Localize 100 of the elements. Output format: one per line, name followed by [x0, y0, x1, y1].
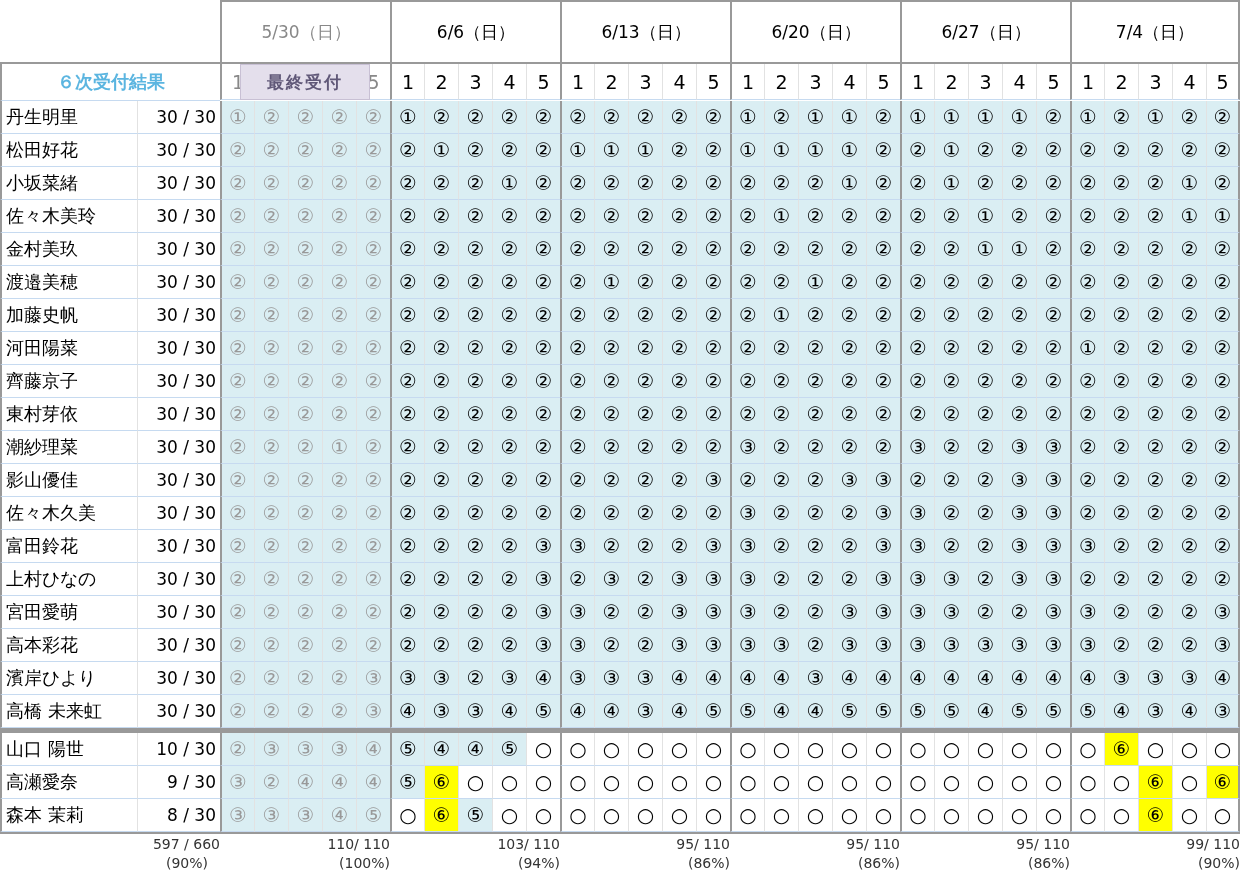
- table-cell: ②: [1104, 299, 1138, 332]
- table-cell: ○: [628, 733, 662, 766]
- table-cell: ②: [696, 398, 730, 431]
- table-cell: ④: [662, 695, 696, 728]
- table-cell: ②: [322, 398, 356, 431]
- table-cell: ②: [560, 431, 594, 464]
- table-cell: ②: [288, 233, 322, 266]
- table-cell: ②: [390, 167, 424, 200]
- table-cell: ②: [390, 233, 424, 266]
- table-cell: ①: [628, 134, 662, 167]
- table-cell: ②: [458, 200, 492, 233]
- table-cell: ②: [662, 398, 696, 431]
- total-percent: (86%): [1027, 854, 1070, 870]
- table-cell: ②: [1036, 332, 1070, 365]
- table-cell: ②: [356, 464, 390, 497]
- table-cell: ②: [1002, 365, 1036, 398]
- table-cell: ②: [390, 398, 424, 431]
- table-cell: ②: [764, 563, 798, 596]
- table-cell: ②: [866, 200, 900, 233]
- table-cell: ○: [866, 799, 900, 832]
- table-cell: ②: [1206, 233, 1240, 266]
- table-cell: ②: [254, 365, 288, 398]
- table-cell: ②: [492, 530, 526, 563]
- table-cell: ②: [458, 332, 492, 365]
- table-cell: ○: [968, 766, 1002, 799]
- table-cell: ②: [1070, 563, 1104, 596]
- table-cell: ○: [798, 799, 832, 832]
- member-name: 影山優佳: [0, 464, 137, 497]
- table-cell: ②: [288, 200, 322, 233]
- table-cell: ②: [662, 530, 696, 563]
- table-cell: ②: [798, 563, 832, 596]
- table-cell: ②: [1070, 497, 1104, 530]
- table-cell: ○: [594, 766, 628, 799]
- table-cell: ③: [934, 563, 968, 596]
- table-cell: ②: [1002, 134, 1036, 167]
- total-count: 99/ 110: [1186, 835, 1240, 854]
- table-cell: ②: [1206, 101, 1240, 134]
- table-cell: ②: [696, 200, 730, 233]
- table-cell: ②: [390, 629, 424, 662]
- table-cell: ⑤: [696, 695, 730, 728]
- table-cell: ②: [798, 530, 832, 563]
- table-cell: ②: [1206, 497, 1240, 530]
- table-cell: ②: [560, 497, 594, 530]
- table-cell: ②: [322, 332, 356, 365]
- table-cell: ②: [492, 233, 526, 266]
- table-cell: ②: [424, 596, 458, 629]
- table-cell: ③: [730, 563, 764, 596]
- table-cell: ②: [1104, 266, 1138, 299]
- table-cell: ②: [220, 464, 254, 497]
- table-cell: ②: [526, 233, 560, 266]
- table-cell: ②: [764, 530, 798, 563]
- table-cell: ②: [254, 497, 288, 530]
- table-cell: ③: [696, 530, 730, 563]
- table-cell: ④: [730, 662, 764, 695]
- date-header: 6/27（日）: [900, 0, 1070, 64]
- table-cell: ②: [526, 398, 560, 431]
- table-cell: ②: [356, 497, 390, 530]
- table-cell: ②: [1138, 365, 1172, 398]
- table-cell: ③: [866, 596, 900, 629]
- member-name: 東村芽依: [0, 398, 137, 431]
- table-cell: ②: [662, 332, 696, 365]
- table-cell: ②: [526, 101, 560, 134]
- table-cell: ①: [968, 233, 1002, 266]
- table-cell: ②: [560, 332, 594, 365]
- table-cell: ②: [458, 233, 492, 266]
- table-cell: ②: [492, 563, 526, 596]
- table-cell: ○: [900, 733, 934, 766]
- table-cell: ③: [594, 662, 628, 695]
- table-cell: ②: [662, 233, 696, 266]
- table-cell: ②: [968, 596, 1002, 629]
- total-count: 95/ 110: [676, 835, 730, 854]
- table-cell: ③: [220, 766, 254, 799]
- member-name: 佐々木美玲: [0, 200, 137, 233]
- table-cell: ④: [288, 766, 322, 799]
- table-cell: ②: [730, 365, 764, 398]
- table-cell: ②: [662, 431, 696, 464]
- table-cell: ④: [866, 662, 900, 695]
- table-cell: ⑥: [424, 766, 458, 799]
- table-cell: ②: [220, 398, 254, 431]
- table-cell: ○: [900, 766, 934, 799]
- table-cell: ○: [492, 766, 526, 799]
- table-cell: ②: [798, 629, 832, 662]
- member-name: 小坂菜緒: [0, 167, 137, 200]
- table-cell: ⑤: [730, 695, 764, 728]
- table-cell: ⑤: [390, 766, 424, 799]
- table-cell: ②: [628, 101, 662, 134]
- table-cell: ②: [458, 464, 492, 497]
- table-cell: ②: [356, 266, 390, 299]
- table-cell: ②: [356, 101, 390, 134]
- table-cell: ②: [594, 101, 628, 134]
- table-cell: ①: [934, 101, 968, 134]
- table-cell: ②: [356, 167, 390, 200]
- table-cell: ②: [356, 299, 390, 332]
- table-cell: ②: [492, 497, 526, 530]
- table-cell: ②: [254, 299, 288, 332]
- table-cell: ①: [1206, 200, 1240, 233]
- table-cell: ○: [1070, 799, 1104, 832]
- slot-header: 2: [764, 64, 798, 100]
- table-cell: ②: [220, 596, 254, 629]
- table-cell: ③: [1206, 695, 1240, 728]
